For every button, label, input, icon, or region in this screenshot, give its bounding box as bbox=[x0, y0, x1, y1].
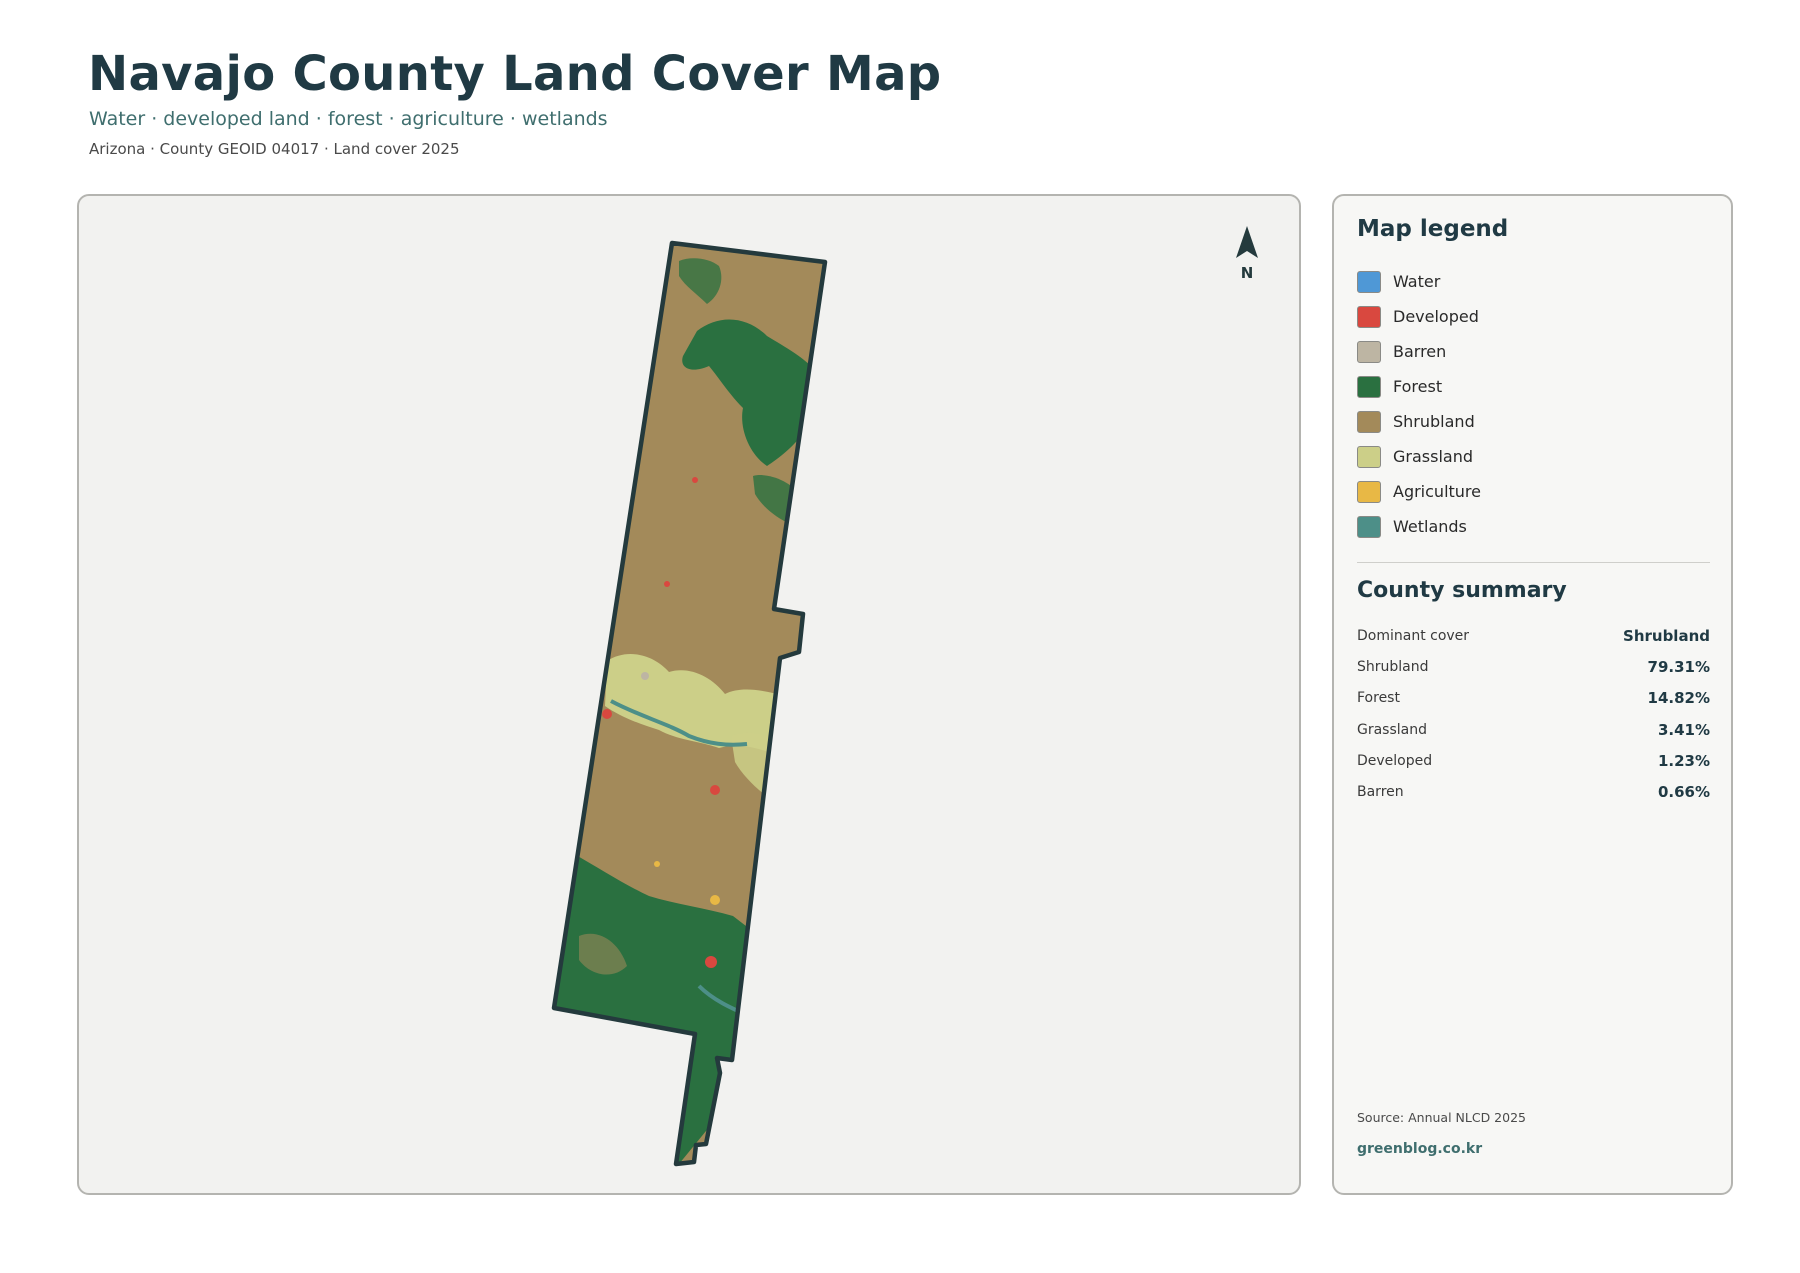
summary-row-barren: Barren 0.66% bbox=[1357, 776, 1710, 807]
legend-item-forest: Forest bbox=[1357, 369, 1481, 404]
legend-list: Water Developed Barren Forest Shrubland … bbox=[1357, 264, 1481, 544]
legend-label: Barren bbox=[1393, 342, 1447, 361]
page: Navajo County Land Cover Map Water · dev… bbox=[0, 0, 1800, 1273]
swatch-forest bbox=[1357, 375, 1381, 398]
summary-title: County summary bbox=[1357, 578, 1567, 603]
summary-key: Shrubland bbox=[1357, 658, 1429, 675]
map-panel[interactable]: N bbox=[77, 194, 1301, 1195]
summary-value: 14.82% bbox=[1647, 689, 1710, 708]
summary-row-shrubland: Shrubland 79.31% bbox=[1357, 651, 1710, 682]
summary-key: Barren bbox=[1357, 784, 1404, 801]
summary-key: Grassland bbox=[1357, 721, 1427, 738]
developed-spot-2 bbox=[710, 785, 720, 795]
developed-spot-5 bbox=[692, 477, 698, 483]
page-subtitle: Water · developed land · forest · agricu… bbox=[89, 108, 608, 130]
summary-key: Forest bbox=[1357, 690, 1400, 707]
legend-label: Wetlands bbox=[1393, 517, 1467, 536]
north-arrow-icon: N bbox=[1236, 226, 1258, 282]
swatch-barren bbox=[1357, 340, 1381, 363]
summary-value: 3.41% bbox=[1657, 720, 1710, 739]
legend-label: Grassland bbox=[1393, 447, 1473, 466]
legend-panel: Map legend Water Developed Barren Forest… bbox=[1332, 194, 1733, 1195]
summary-row-developed: Developed 1.23% bbox=[1357, 745, 1710, 776]
summary-value: 1.23% bbox=[1657, 751, 1710, 770]
summary-key: Developed bbox=[1357, 752, 1433, 769]
summary-table: Dominant cover Shrubland Shrubland 79.31… bbox=[1357, 620, 1710, 808]
swatch-shrubland bbox=[1357, 410, 1381, 433]
credit-link[interactable]: greenblog.co.kr bbox=[1357, 1141, 1482, 1157]
legend-item-water: Water bbox=[1357, 264, 1481, 299]
legend-item-grassland: Grassland bbox=[1357, 439, 1481, 474]
swatch-developed bbox=[1357, 305, 1381, 328]
divider bbox=[1357, 562, 1710, 563]
swatch-wetlands bbox=[1357, 515, 1381, 538]
summary-key: Dominant cover bbox=[1357, 627, 1470, 644]
legend-label: Shrubland bbox=[1393, 412, 1475, 431]
legend-label: Agriculture bbox=[1393, 482, 1481, 501]
legend-item-developed: Developed bbox=[1357, 299, 1481, 334]
page-meta: Arizona · County GEOID 04017 · Land cove… bbox=[89, 140, 460, 158]
developed-spot-4 bbox=[664, 581, 670, 587]
legend-item-wetlands: Wetlands bbox=[1357, 509, 1481, 544]
legend-label: Water bbox=[1393, 272, 1441, 291]
summary-row-dominant: Dominant cover Shrubland bbox=[1357, 620, 1710, 651]
developed-spot-3 bbox=[705, 956, 717, 968]
land-cover-layer bbox=[554, 243, 825, 1164]
legend-title: Map legend bbox=[1357, 216, 1509, 242]
summary-value: 0.66% bbox=[1657, 783, 1710, 802]
legend-item-shrubland: Shrubland bbox=[1357, 404, 1481, 439]
page-title: Navajo County Land Cover Map bbox=[88, 46, 942, 102]
developed-spot-1 bbox=[602, 709, 612, 719]
legend-label: Forest bbox=[1393, 377, 1443, 396]
summary-row-forest: Forest 14.82% bbox=[1357, 683, 1710, 714]
summary-value: Shrubland bbox=[1623, 626, 1710, 645]
source-note: Source: Annual NLCD 2025 bbox=[1357, 1110, 1526, 1125]
legend-item-barren: Barren bbox=[1357, 334, 1481, 369]
north-arrow: N bbox=[1232, 224, 1262, 284]
swatch-grassland bbox=[1357, 445, 1381, 468]
summary-value: 79.31% bbox=[1647, 657, 1710, 676]
agriculture-spot-1 bbox=[710, 895, 720, 905]
legend-item-agriculture: Agriculture bbox=[1357, 474, 1481, 509]
legend-label: Developed bbox=[1393, 307, 1479, 326]
agriculture-spot-2 bbox=[654, 861, 660, 867]
barren-spot-1 bbox=[641, 672, 649, 680]
north-label: N bbox=[1241, 264, 1254, 282]
swatch-water bbox=[1357, 270, 1381, 293]
county-map[interactable] bbox=[79, 196, 1299, 1193]
summary-row-grassland: Grassland 3.41% bbox=[1357, 714, 1710, 745]
swatch-agriculture bbox=[1357, 480, 1381, 503]
